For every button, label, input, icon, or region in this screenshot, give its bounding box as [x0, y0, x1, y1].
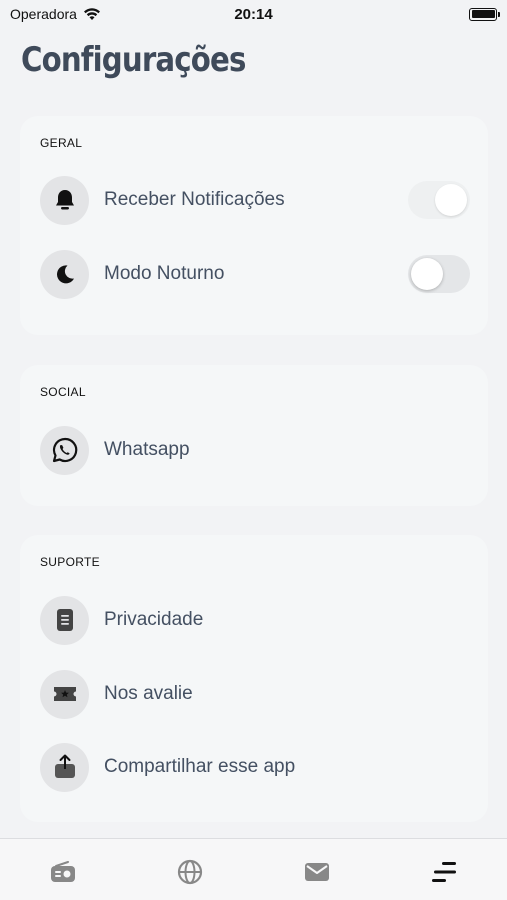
- notifications-label: Receber Notificações: [104, 189, 285, 210]
- tab-radio[interactable]: [43, 857, 83, 887]
- social-section-card: SOCIAL Whatsapp: [20, 365, 488, 506]
- dark-mode-icon-circle: [40, 249, 89, 299]
- support-section-card: SUPORTE Privacidade Nos avalie Compartil…: [20, 535, 488, 822]
- notifications-row[interactable]: Receber Notificações: [40, 175, 470, 225]
- privacy-icon-circle: [40, 595, 89, 645]
- carrier-name: Operadora: [10, 6, 77, 22]
- radio-icon: [51, 861, 76, 882]
- globe-icon: [178, 859, 203, 885]
- status-left: Operadora: [10, 6, 101, 22]
- mail-icon: [304, 863, 329, 881]
- whatsapp-label: Whatsapp: [104, 439, 190, 460]
- rate-label: Nos avalie: [104, 683, 193, 704]
- rate-row[interactable]: Nos avalie: [40, 669, 470, 719]
- section-label-support: SUPORTE: [40, 555, 100, 569]
- menu-icon: [431, 862, 456, 882]
- privacy-label: Privacidade: [104, 609, 204, 630]
- general-section-card: GERAL Receber Notificações Modo Noturno: [20, 116, 488, 335]
- dark-mode-toggle[interactable]: [408, 255, 470, 293]
- battery-icon: [469, 7, 500, 21]
- moon-icon: [56, 265, 74, 284]
- tab-globe[interactable]: [170, 857, 210, 887]
- notifications-icon-circle: [40, 175, 89, 225]
- share-label: Compartilhar esse app: [104, 756, 296, 777]
- share-row[interactable]: Compartilhar esse app: [40, 742, 470, 792]
- tab-bar: [0, 838, 507, 900]
- toggle-knob: [411, 258, 443, 290]
- status-bar: Operadora 20:14: [0, 0, 507, 28]
- page-title: Configurações: [21, 40, 246, 80]
- share-icon-circle: [40, 742, 89, 792]
- tab-settings-menu[interactable]: [424, 857, 464, 887]
- bell-icon: [55, 190, 74, 210]
- privacy-row[interactable]: Privacidade: [40, 595, 470, 645]
- wifi-icon: [83, 8, 100, 20]
- dark-mode-label: Modo Noturno: [104, 263, 225, 284]
- document-icon: [56, 609, 73, 631]
- dark-mode-row[interactable]: Modo Noturno: [40, 249, 470, 299]
- ticket-star-icon: [53, 687, 76, 701]
- toggle-knob: [435, 184, 467, 216]
- tab-mail[interactable]: [297, 857, 337, 887]
- whatsapp-icon: [52, 437, 77, 463]
- rate-icon-circle: [40, 669, 89, 719]
- notifications-toggle[interactable]: [408, 181, 470, 219]
- whatsapp-row[interactable]: Whatsapp: [40, 425, 470, 475]
- section-label-social: SOCIAL: [40, 385, 86, 399]
- whatsapp-icon-circle: [40, 425, 89, 475]
- section-label-general: GERAL: [40, 136, 83, 150]
- share-icon: [54, 754, 75, 778]
